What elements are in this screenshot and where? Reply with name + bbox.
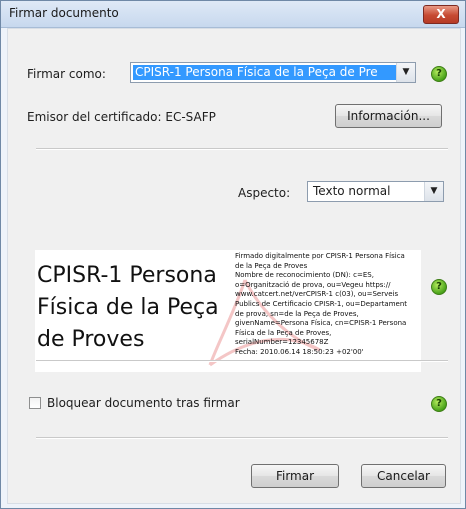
dialog-content: Firmar como: CPISR-1 Persona Física de l… bbox=[7, 28, 461, 504]
signature-detail-line: Física de la Peça de Proves, bbox=[235, 328, 332, 337]
window-title: Firmar documento bbox=[9, 6, 119, 20]
signature-detail-line: Nombre de reconocimiento (DN): c=ES, bbox=[235, 271, 374, 280]
signature-detail-line: Publics de Certificacio CPISR-1, ou=Depa… bbox=[235, 299, 408, 308]
close-button[interactable]: X bbox=[423, 5, 459, 24]
signature-detail-line: givenName=Persona Física, cn=CPISR-1 Per… bbox=[235, 319, 407, 328]
signature-detail-line: Fecha: 2010.06.14 18:50:23 +02'00' bbox=[235, 347, 364, 356]
firmar-como-selected: CPISR-1 Persona Física de la Peça de Pre bbox=[133, 65, 397, 80]
aspecto-selected: Texto normal bbox=[313, 184, 391, 198]
signature-preview: CPISR-1 Persona Física de la Peça de Pro… bbox=[35, 250, 421, 372]
signature-detail-line: o=Organització de prova, ou=Vegeu https:… bbox=[235, 280, 391, 289]
signature-detail-line: Firmado digitalmente por CPISR-1 Persona… bbox=[235, 252, 405, 260]
signature-detail-line: www.catcert.net/verCPISR-1 c(03), ou=Ser… bbox=[235, 290, 399, 299]
signature-name-line: CPISR-1 Persona bbox=[37, 263, 217, 288]
aspecto-select[interactable]: Texto normal ▼ bbox=[307, 181, 444, 202]
signature-detail-line: de prova, sn=de la Peça de Proves, bbox=[235, 309, 359, 318]
signature-name: CPISR-1 Persona Física de la Peça de Pro… bbox=[37, 260, 229, 356]
chevron-down-icon[interactable]: ▼ bbox=[396, 63, 415, 82]
signature-name-line: Física de la Peça bbox=[37, 295, 219, 320]
divider bbox=[36, 437, 448, 439]
informacion-button[interactable]: Información... bbox=[335, 104, 442, 128]
chevron-down-icon[interactable]: ▼ bbox=[424, 182, 443, 201]
help-icon[interactable]: ? bbox=[431, 279, 447, 295]
firmar-button[interactable]: Firmar bbox=[251, 464, 339, 488]
help-icon[interactable]: ? bbox=[431, 396, 447, 412]
signature-detail-line: de la Peça de Proves bbox=[235, 261, 308, 270]
help-icon[interactable]: ? bbox=[431, 66, 447, 82]
cancelar-button[interactable]: Cancelar bbox=[361, 464, 446, 488]
firmar-como-select[interactable]: CPISR-1 Persona Física de la Peça de Pre… bbox=[130, 62, 416, 83]
aspecto-label: Aspecto: bbox=[238, 186, 291, 200]
signature-name-line: de Proves bbox=[37, 327, 145, 352]
title-bar[interactable]: Firmar documento X bbox=[1, 1, 465, 28]
firmar-como-label: Firmar como: bbox=[27, 67, 106, 81]
signature-detail-line: serialNumber=12345678Z bbox=[235, 338, 329, 347]
divider bbox=[36, 148, 448, 150]
emisor-label: Emisor del certificado: EC-SAFP bbox=[27, 110, 216, 124]
signature-details: Firmado digitalmente por CPISR-1 Persona… bbox=[235, 252, 421, 358]
bloquear-label[interactable]: Bloquear documento tras firmar bbox=[47, 396, 240, 410]
divider bbox=[36, 360, 448, 362]
dialog-window: Firmar documento X Firmar como: CPISR-1 … bbox=[0, 0, 466, 509]
bloquear-checkbox[interactable] bbox=[29, 397, 41, 409]
